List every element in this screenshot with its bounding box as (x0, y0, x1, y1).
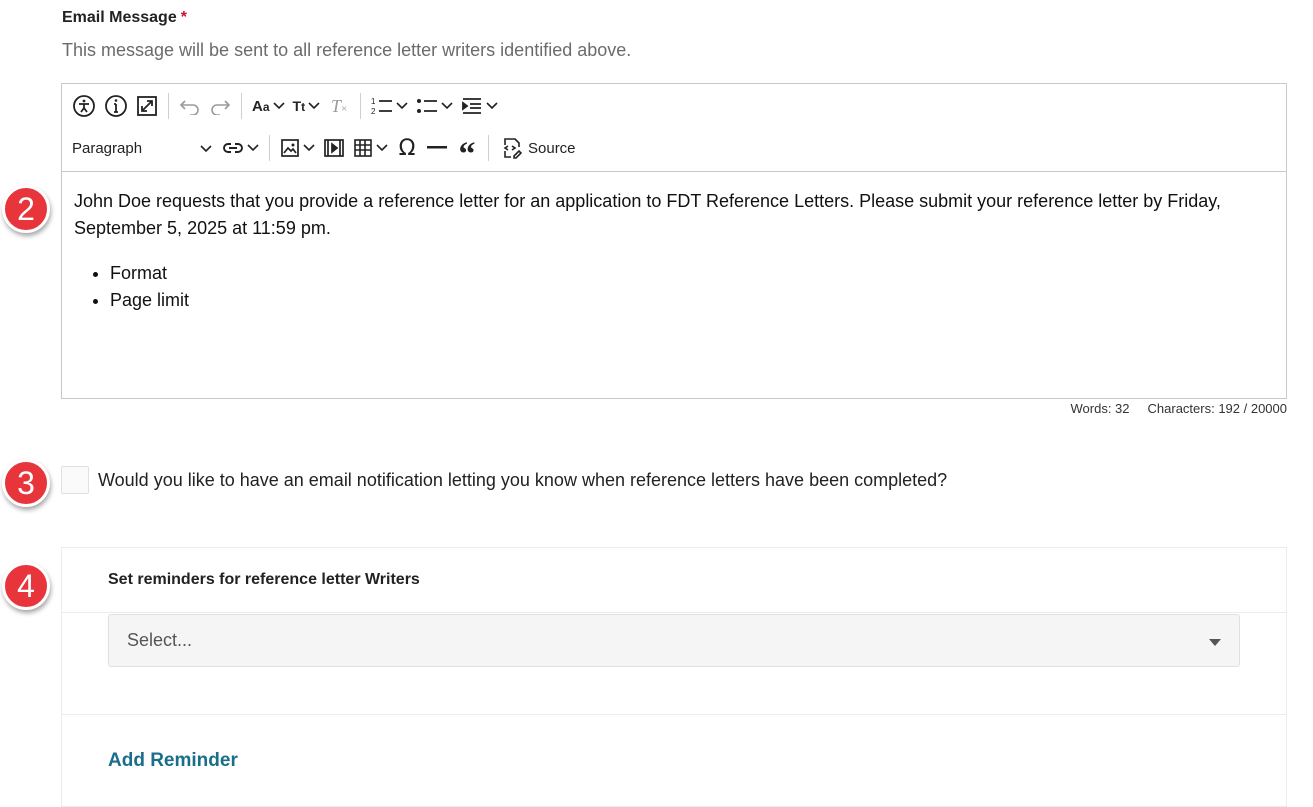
bulleted-list-icon[interactable] (412, 89, 457, 123)
source-label: Source (528, 139, 576, 157)
word-character-counter: Words: 32 Characters: 192 / 20000 (1071, 401, 1288, 416)
toolbar-separator (168, 93, 169, 119)
info-icon[interactable] (100, 89, 132, 123)
toolbar-separator (241, 93, 242, 119)
bullet-item: Page limit (110, 287, 1274, 314)
reminder-select-placeholder: Select... (127, 630, 193, 650)
toolbar-separator (488, 135, 489, 161)
numbered-list-icon[interactable]: 12 (367, 89, 412, 123)
editor-content[interactable]: John Doe requests that you provide a ref… (62, 172, 1286, 314)
message-bullet-list: Format Page limit (74, 260, 1274, 314)
remove-format-icon[interactable]: T× (324, 89, 354, 123)
message-paragraph: John Doe requests that you provide a ref… (74, 191, 1221, 238)
toolbar-separator (269, 135, 270, 161)
step-badge-4: 4 (2, 562, 50, 610)
email-message-label: Email Message * (62, 9, 187, 27)
chevron-down-icon (200, 140, 212, 157)
media-icon[interactable] (319, 131, 349, 165)
toolbar-separator (360, 93, 362, 119)
bullet-item: Format (110, 260, 1274, 287)
fullscreen-icon[interactable] (132, 89, 162, 123)
special-character-icon[interactable]: Ω (392, 131, 422, 165)
toolbar-row-2: Paragraph Ω “ Source (68, 128, 580, 172)
undo-icon[interactable] (175, 89, 205, 123)
link-icon[interactable] (218, 131, 263, 165)
font-family-icon[interactable]: Aa (248, 89, 289, 123)
step-badge-2: 2 (2, 185, 50, 233)
reminders-panel: Set reminders for reference letter Write… (61, 547, 1287, 807)
paragraph-format-select[interactable]: Paragraph (68, 131, 218, 165)
svg-text:2: 2 (371, 107, 376, 116)
source-icon (499, 136, 523, 160)
blockquote-icon[interactable]: “ (452, 131, 482, 172)
required-marker: * (180, 9, 187, 26)
rich-text-editor: Aa Tt T× 12 Paragraph Ω “ Source John Do… (61, 83, 1287, 399)
toolbar-row-1: Aa Tt T× 12 (68, 86, 502, 126)
font-size-icon[interactable]: Tt (289, 89, 325, 123)
step-badge-3: 3 (2, 459, 50, 507)
notification-option: Would you like to have an email notifica… (61, 466, 947, 494)
notification-label: Would you like to have an email notifica… (98, 469, 948, 490)
add-reminder-link[interactable]: Add Reminder (108, 750, 238, 772)
horizontal-line-icon[interactable] (422, 131, 452, 165)
paragraph-format-label: Paragraph (72, 139, 143, 157)
accessibility-icon[interactable] (68, 89, 100, 123)
divider (62, 612, 1286, 613)
email-message-help: This message will be sent to all referen… (62, 40, 632, 60)
caret-down-icon (1209, 630, 1221, 651)
indent-icon[interactable] (457, 89, 502, 123)
image-icon[interactable] (276, 131, 319, 165)
divider (62, 714, 1286, 715)
email-message-label-text: Email Message (62, 9, 177, 26)
reminder-select[interactable]: Select... (108, 614, 1240, 667)
editor-toolbar: Aa Tt T× 12 Paragraph Ω “ Source (62, 84, 1286, 172)
redo-icon[interactable] (205, 89, 235, 123)
character-count: Characters: 192 / 20000 (1147, 401, 1287, 416)
notification-checkbox[interactable] (61, 466, 89, 494)
table-icon[interactable] (349, 131, 392, 165)
svg-text:1: 1 (371, 97, 376, 106)
word-count: Words: 32 (1070, 401, 1130, 416)
reminders-title: Set reminders for reference letter Write… (108, 571, 420, 588)
source-button[interactable]: Source (495, 131, 580, 165)
